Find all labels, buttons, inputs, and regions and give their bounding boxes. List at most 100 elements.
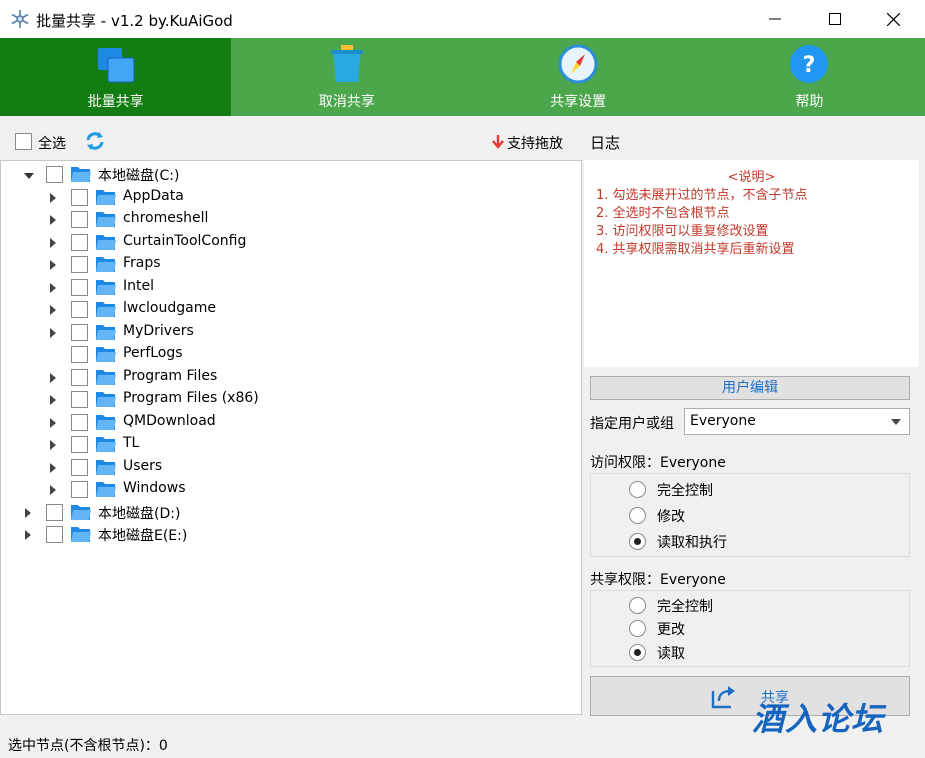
- collapsed-arrow-icon[interactable]: [23, 529, 33, 541]
- refresh-icon[interactable]: [84, 130, 106, 152]
- node-checkbox[interactable]: [46, 526, 63, 543]
- tree-node[interactable]: Windows: [1, 479, 581, 501]
- tree-node[interactable]: TL: [1, 434, 581, 456]
- maximize-button[interactable]: [812, 0, 858, 38]
- node-label: Program Files (x86): [123, 390, 259, 406]
- tree-node[interactable]: Program Files (x86): [1, 389, 581, 411]
- collapsed-arrow-icon[interactable]: [48, 439, 58, 451]
- folder-icon: [95, 344, 117, 364]
- node-checkbox[interactable]: [71, 481, 88, 498]
- select-all-checkbox[interactable]: [15, 133, 32, 150]
- node-checkbox[interactable]: [71, 368, 88, 386]
- tree-node[interactable]: Users: [1, 457, 581, 479]
- collapsed-arrow-icon[interactable]: [48, 237, 58, 249]
- folder-icon: [95, 389, 117, 409]
- watermark-logo: 酒入论坛: [752, 700, 885, 738]
- node-checkbox[interactable]: [71, 323, 88, 341]
- folder-icon: [95, 232, 117, 252]
- radio-button[interactable]: [629, 597, 646, 614]
- log-box: <说明> 1. 勾选未展开过的节点，不含子节点 2. 全选时不包含根节点 3. …: [584, 160, 919, 367]
- node-checkbox[interactable]: [71, 346, 88, 363]
- tool-batch-share[interactable]: 批量共享: [0, 38, 232, 116]
- tree-node[interactable]: Program Files: [1, 367, 581, 389]
- note-line: 4. 共享权限需取消共享后重新设置: [596, 242, 795, 257]
- svg-text:?: ?: [803, 53, 816, 78]
- folder-icon: [95, 457, 117, 477]
- note-line: 2. 全选时不包含根节点: [596, 206, 730, 221]
- tree-node[interactable]: QMDownload: [1, 412, 581, 434]
- node-checkbox[interactable]: [71, 211, 88, 228]
- node-checkbox[interactable]: [71, 301, 88, 318]
- folder-icon: [95, 322, 117, 342]
- tool-label: 帮助: [795, 94, 824, 110]
- tree-node[interactable]: CurtainToolConfig: [1, 232, 581, 254]
- user-select-value: Everyone: [690, 413, 756, 429]
- collapsed-arrow-icon[interactable]: [48, 372, 58, 384]
- collapsed-arrow-icon[interactable]: [48, 484, 58, 496]
- node-checkbox[interactable]: [46, 503, 63, 521]
- tree-node[interactable]: Intel: [1, 277, 581, 299]
- node-label: CurtainToolConfig: [123, 232, 247, 249]
- radio-label: 修改: [657, 509, 685, 525]
- node-checkbox[interactable]: [71, 278, 88, 296]
- tree-node[interactable]: 本地磁盘(C:): [1, 164, 581, 186]
- tool-share-settings[interactable]: 共享设置: [463, 38, 694, 116]
- radio-button[interactable]: [629, 481, 646, 498]
- node-checkbox[interactable]: [46, 166, 63, 183]
- access-permission-group: 完全控制 修改 读取和执行: [590, 473, 910, 557]
- tree-node[interactable]: 本地磁盘E(E:): [1, 524, 581, 546]
- tree-header: 全选 支持拖放: [0, 126, 582, 158]
- minimize-button[interactable]: [752, 0, 798, 38]
- folder-icon: [70, 524, 92, 544]
- node-checkbox[interactable]: [71, 458, 88, 476]
- radio-button[interactable]: [629, 533, 646, 550]
- collapsed-arrow-icon[interactable]: [48, 417, 58, 429]
- radio-button[interactable]: [629, 620, 646, 637]
- radio-button[interactable]: [629, 507, 646, 524]
- node-label: QMDownload: [123, 412, 216, 429]
- node-checkbox[interactable]: [71, 436, 88, 453]
- node-label: AppData: [123, 187, 184, 204]
- node-label: 本地磁盘(C:): [98, 168, 180, 184]
- folder-icon: [70, 164, 92, 184]
- node-checkbox[interactable]: [71, 413, 88, 431]
- tree-node[interactable]: chromeshell: [1, 209, 581, 231]
- collapsed-arrow-icon[interactable]: [48, 462, 58, 474]
- collapsed-arrow-icon[interactable]: [48, 214, 58, 226]
- expanded-arrow-icon[interactable]: [23, 169, 34, 181]
- collapsed-arrow-icon[interactable]: [48, 394, 58, 406]
- close-button[interactable]: [870, 0, 916, 38]
- radio-label: 更改: [657, 622, 685, 638]
- collapsed-arrow-icon[interactable]: [23, 507, 33, 519]
- tree-node[interactable]: AppData: [1, 187, 581, 209]
- folder-icon: [70, 502, 92, 522]
- user-select[interactable]: Everyone: [684, 408, 910, 435]
- radio-button[interactable]: [629, 644, 646, 661]
- collapsed-arrow-icon[interactable]: [48, 327, 58, 339]
- tree-node[interactable]: PerfLogs: [1, 344, 581, 366]
- node-label: 本地磁盘E(E:): [98, 528, 188, 544]
- folder-icon: [95, 209, 117, 229]
- user-edit-button[interactable]: 用户编辑: [590, 376, 910, 400]
- folder-tree[interactable]: 本地磁盘(C:) AppData chromeshell CurtainToolCon…: [0, 160, 582, 715]
- note-line: 1. 勾选未展开过的节点，不含子节点: [596, 188, 808, 203]
- node-checkbox[interactable]: [71, 256, 88, 273]
- folder-icon: [95, 187, 117, 207]
- tree-node[interactable]: Fraps: [1, 254, 581, 276]
- tool-help[interactable]: ? 帮助: [694, 38, 925, 116]
- collapsed-arrow-icon[interactable]: [48, 192, 58, 204]
- node-checkbox[interactable]: [71, 233, 88, 251]
- tree-node[interactable]: 本地磁盘(D:): [1, 502, 581, 524]
- collapsed-arrow-icon[interactable]: [48, 259, 58, 271]
- tree-node[interactable]: MyDrivers: [1, 322, 581, 344]
- collapsed-arrow-icon[interactable]: [48, 282, 58, 294]
- tree-node[interactable]: lwcloudgame: [1, 299, 581, 321]
- folder-icon: [95, 479, 117, 499]
- drag-drop-hint: 支持拖放: [507, 136, 563, 152]
- collapsed-arrow-icon[interactable]: [48, 304, 58, 316]
- node-label: chromeshell: [123, 210, 209, 226]
- node-checkbox[interactable]: [71, 391, 88, 408]
- snowflake-app-icon: [11, 10, 29, 28]
- node-checkbox[interactable]: [71, 188, 88, 206]
- tool-cancel-share[interactable]: 取消共享: [231, 38, 462, 116]
